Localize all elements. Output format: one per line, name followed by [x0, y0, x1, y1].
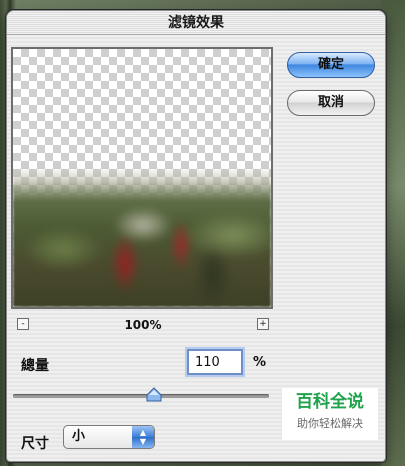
watermark-logo: 百科全说 助你轻松解决: [282, 388, 378, 440]
amount-slider-thumb[interactable]: [146, 387, 162, 403]
watermark-title: 百科全说: [296, 392, 364, 412]
size-label: 尺寸: [21, 436, 49, 452]
preview-pane[interactable]: [11, 47, 273, 309]
size-select[interactable]: 小 ▲ ▼: [63, 425, 155, 449]
dialog-title: 滤镜效果: [7, 11, 385, 35]
size-select-value: 小: [72, 429, 86, 444]
blurred-preview-image: [13, 167, 271, 307]
watermark-subtitle: 助你轻松解决: [297, 417, 363, 430]
plus-icon: +: [259, 319, 267, 329]
cancel-button[interactable]: 取消: [287, 90, 375, 116]
amount-label: 總量: [21, 358, 49, 374]
amount-input[interactable]: [187, 349, 243, 375]
up-down-arrows-icon: ▲ ▼: [132, 426, 154, 448]
zoom-controls: - 100% +: [17, 317, 269, 333]
zoom-in-button[interactable]: +: [257, 318, 269, 330]
zoom-level: 100%: [124, 318, 162, 332]
amount-unit: %: [253, 355, 267, 370]
amount-slider-track[interactable]: [13, 394, 269, 398]
ok-button[interactable]: 確定: [287, 52, 375, 78]
